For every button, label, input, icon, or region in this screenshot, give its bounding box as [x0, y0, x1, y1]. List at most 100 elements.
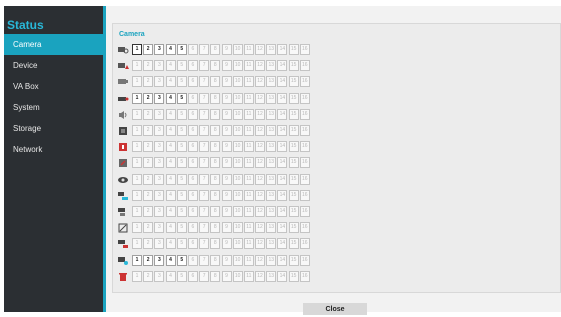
- channel-cell-2[interactable]: 2: [143, 92, 154, 104]
- channel-cell-9[interactable]: 9: [221, 254, 232, 266]
- channel-cell-4[interactable]: 4: [165, 270, 176, 282]
- channel-cell-7[interactable]: 7: [199, 125, 210, 136]
- channel-cell-11[interactable]: 11: [243, 222, 254, 234]
- sidebar-item-device[interactable]: Device: [4, 55, 103, 76]
- close-button[interactable]: Close: [303, 303, 367, 315]
- channel-cell-2[interactable]: 2: [143, 206, 154, 217]
- channel-cell-5[interactable]: 5: [176, 270, 187, 282]
- channel-cell-8[interactable]: 8: [210, 270, 221, 282]
- channel-cell-4[interactable]: 4: [165, 76, 176, 88]
- channel-cell-13[interactable]: 13: [266, 108, 277, 120]
- channel-cell-6[interactable]: 6: [187, 222, 198, 234]
- channel-cell-12[interactable]: 12: [255, 108, 266, 120]
- channel-cell-12[interactable]: 12: [255, 141, 266, 153]
- channel-cell-15[interactable]: 15: [288, 76, 299, 88]
- channel-cell-11[interactable]: 11: [243, 254, 254, 266]
- channel-cell-9[interactable]: 9: [221, 157, 232, 169]
- channel-cell-3[interactable]: 3: [154, 254, 165, 266]
- channel-cell-13[interactable]: 13: [266, 173, 277, 185]
- channel-cell-7[interactable]: 7: [199, 157, 210, 169]
- channel-cell-7[interactable]: 7: [199, 44, 210, 55]
- channel-cell-7[interactable]: 7: [199, 141, 210, 153]
- channel-cell-6[interactable]: 6: [187, 141, 198, 153]
- channel-cell-8[interactable]: 8: [210, 92, 221, 104]
- channel-cell-9[interactable]: 9: [221, 141, 232, 153]
- channel-cell-15[interactable]: 15: [288, 222, 299, 234]
- channel-cell-7[interactable]: 7: [199, 206, 210, 217]
- channel-cell-1[interactable]: 1: [132, 141, 142, 153]
- channel-cell-15[interactable]: 15: [288, 270, 299, 282]
- channel-cell-14[interactable]: 14: [277, 108, 288, 120]
- channel-cell-10[interactable]: 10: [232, 76, 243, 88]
- sidebar-item-network[interactable]: Network: [4, 139, 103, 160]
- channel-cell-12[interactable]: 12: [255, 238, 266, 250]
- channel-cell-7[interactable]: 7: [199, 173, 210, 185]
- channel-cell-1[interactable]: 1: [132, 254, 142, 266]
- channel-cell-10[interactable]: 10: [232, 141, 243, 153]
- channel-cell-16[interactable]: 16: [299, 270, 310, 282]
- channel-cell-10[interactable]: 10: [232, 125, 243, 136]
- channel-cell-12[interactable]: 12: [255, 125, 266, 136]
- channel-cell-3[interactable]: 3: [154, 44, 165, 55]
- channel-cell-10[interactable]: 10: [232, 189, 243, 201]
- channel-cell-1[interactable]: 1: [132, 157, 142, 169]
- channel-cell-3[interactable]: 3: [154, 173, 165, 185]
- channel-cell-3[interactable]: 3: [154, 60, 165, 72]
- channel-cell-14[interactable]: 14: [277, 157, 288, 169]
- channel-cell-10[interactable]: 10: [232, 222, 243, 234]
- channel-cell-15[interactable]: 15: [288, 108, 299, 120]
- channel-cell-2[interactable]: 2: [143, 254, 154, 266]
- channel-cell-10[interactable]: 10: [232, 270, 243, 282]
- channel-cell-14[interactable]: 14: [277, 189, 288, 201]
- channel-cell-16[interactable]: 16: [299, 157, 310, 169]
- channel-cell-3[interactable]: 3: [154, 206, 165, 217]
- channel-cell-10[interactable]: 10: [232, 254, 243, 266]
- channel-cell-11[interactable]: 11: [243, 270, 254, 282]
- channel-cell-3[interactable]: 3: [154, 76, 165, 88]
- channel-cell-15[interactable]: 15: [288, 238, 299, 250]
- channel-cell-4[interactable]: 4: [165, 108, 176, 120]
- channel-cell-9[interactable]: 9: [221, 60, 232, 72]
- channel-cell-13[interactable]: 13: [266, 60, 277, 72]
- channel-cell-9[interactable]: 9: [221, 222, 232, 234]
- channel-cell-3[interactable]: 3: [154, 125, 165, 136]
- channel-cell-2[interactable]: 2: [143, 125, 154, 136]
- channel-cell-3[interactable]: 3: [154, 157, 165, 169]
- channel-cell-1[interactable]: 1: [132, 44, 142, 55]
- channel-cell-11[interactable]: 11: [243, 238, 254, 250]
- channel-cell-4[interactable]: 4: [165, 141, 176, 153]
- channel-cell-8[interactable]: 8: [210, 108, 221, 120]
- channel-cell-6[interactable]: 6: [187, 173, 198, 185]
- sidebar-item-storage[interactable]: Storage: [4, 118, 103, 139]
- channel-cell-1[interactable]: 1: [132, 60, 142, 72]
- channel-cell-3[interactable]: 3: [154, 238, 165, 250]
- channel-cell-5[interactable]: 5: [176, 60, 187, 72]
- channel-cell-2[interactable]: 2: [143, 270, 154, 282]
- channel-cell-5[interactable]: 5: [176, 157, 187, 169]
- channel-cell-12[interactable]: 12: [255, 157, 266, 169]
- channel-cell-8[interactable]: 8: [210, 206, 221, 217]
- channel-cell-7[interactable]: 7: [199, 92, 210, 104]
- channel-cell-5[interactable]: 5: [176, 141, 187, 153]
- channel-cell-11[interactable]: 11: [243, 157, 254, 169]
- channel-cell-8[interactable]: 8: [210, 141, 221, 153]
- channel-cell-9[interactable]: 9: [221, 44, 232, 55]
- channel-cell-14[interactable]: 14: [277, 76, 288, 88]
- channel-cell-8[interactable]: 8: [210, 44, 221, 55]
- channel-cell-15[interactable]: 15: [288, 125, 299, 136]
- channel-cell-9[interactable]: 9: [221, 206, 232, 217]
- channel-cell-9[interactable]: 9: [221, 108, 232, 120]
- channel-cell-9[interactable]: 9: [221, 270, 232, 282]
- channel-cell-1[interactable]: 1: [132, 206, 142, 217]
- channel-cell-14[interactable]: 14: [277, 92, 288, 104]
- channel-cell-15[interactable]: 15: [288, 157, 299, 169]
- channel-cell-12[interactable]: 12: [255, 76, 266, 88]
- channel-cell-13[interactable]: 13: [266, 44, 277, 55]
- channel-cell-15[interactable]: 15: [288, 189, 299, 201]
- channel-cell-14[interactable]: 14: [277, 222, 288, 234]
- channel-cell-3[interactable]: 3: [154, 92, 165, 104]
- channel-cell-11[interactable]: 11: [243, 189, 254, 201]
- channel-cell-2[interactable]: 2: [143, 222, 154, 234]
- channel-cell-15[interactable]: 15: [288, 254, 299, 266]
- channel-cell-6[interactable]: 6: [187, 270, 198, 282]
